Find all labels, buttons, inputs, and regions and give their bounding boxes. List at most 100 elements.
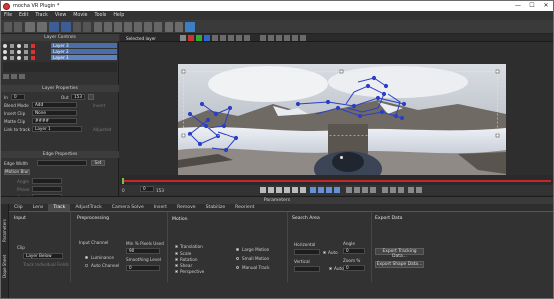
step-forward-icon[interactable] — [292, 187, 298, 193]
spline-toggle-icon[interactable] — [220, 35, 226, 41]
phase-field[interactable] — [32, 186, 62, 192]
blue-channel-icon[interactable] — [204, 35, 210, 41]
green-channel-icon[interactable] — [196, 35, 202, 41]
track-forward-icon[interactable] — [334, 187, 340, 193]
tab-track[interactable]: Track — [48, 204, 71, 211]
layer-row[interactable] — [3, 43, 38, 48]
forward-arrow-icon[interactable] — [37, 22, 47, 32]
link-tool-icon[interactable] — [185, 22, 195, 32]
layer-name[interactable]: Layer 2 — [51, 49, 117, 54]
vertical-field[interactable] — [294, 266, 320, 272]
layer-row[interactable] — [3, 49, 38, 54]
insert-clip-select[interactable]: None — [32, 110, 77, 116]
set-out-button[interactable] — [88, 94, 94, 100]
bezier-tool-icon[interactable] — [104, 22, 112, 32]
track-individual-fields-checkbox[interactable]: Track Individual Fields — [23, 262, 69, 267]
motion-blur-button[interactable]: Motion Blur — [4, 169, 30, 175]
viewer-canvas[interactable] — [120, 42, 553, 180]
view-mode-icon[interactable] — [180, 35, 186, 41]
export-tracking-data-button[interactable]: Export Tracking Data... — [375, 248, 424, 259]
add-point-icon[interactable] — [134, 22, 142, 32]
translation-checkbox[interactable] — [175, 245, 178, 248]
keyframe-next-icon[interactable] — [362, 187, 368, 193]
out-point-field[interactable]: 153 — [71, 94, 85, 100]
keyframe-delete-icon[interactable] — [370, 187, 376, 193]
blend-mode-select[interactable]: Add — [32, 102, 77, 108]
loop-icon[interactable] — [382, 187, 388, 193]
track-toggle-icon[interactable] — [260, 35, 266, 41]
tab-stabilize[interactable]: Stabilize — [201, 204, 231, 211]
pen-tool-icon[interactable] — [144, 22, 152, 32]
set-in-icon[interactable] — [408, 187, 414, 193]
lock-icon[interactable] — [10, 55, 14, 60]
tab-lens[interactable]: Lens — [28, 204, 49, 211]
tangent-toggle-icon[interactable] — [228, 35, 234, 41]
luminance-radio[interactable] — [85, 256, 88, 259]
reference-frame-icon[interactable] — [398, 187, 404, 193]
rotation-checkbox[interactable] — [175, 258, 178, 261]
matte-icon[interactable] — [24, 49, 28, 54]
lock-icon[interactable] — [10, 43, 14, 48]
duplicate-layer-icon[interactable] — [11, 74, 17, 79]
tab-clip[interactable]: Clip — [9, 204, 28, 211]
large-motion-radio[interactable] — [236, 248, 239, 251]
select-all-icon[interactable] — [61, 22, 71, 32]
step-back-icon[interactable] — [268, 187, 274, 193]
menu-help[interactable]: Help — [113, 13, 124, 18]
perspective-checkbox[interactable] — [175, 270, 178, 273]
visibility-icon[interactable] — [17, 49, 21, 54]
layer-color-swatch[interactable] — [31, 43, 35, 48]
set-out-icon[interactable] — [416, 187, 422, 193]
edge-width-field[interactable] — [37, 160, 87, 166]
overlay-toggle-icon[interactable] — [212, 35, 218, 41]
delete-layer-icon[interactable] — [19, 74, 25, 79]
eye-icon[interactable] — [3, 43, 7, 48]
menu-movie[interactable]: Movie — [73, 13, 87, 18]
xspline-tool-icon[interactable] — [94, 22, 102, 32]
close-button[interactable]: ✕ — [539, 1, 553, 11]
current-frame-field[interactable]: 0 — [140, 186, 154, 192]
stabilize-view-icon[interactable] — [276, 35, 282, 41]
menu-tools[interactable]: Tools — [94, 13, 106, 18]
link-to-track-select[interactable]: Layer 1 — [32, 126, 82, 132]
minimize-button[interactable]: — — [511, 1, 525, 11]
set-edge-button[interactable]: Set — [91, 160, 105, 166]
eye-icon[interactable] — [3, 55, 7, 60]
ellipse-tool-icon[interactable] — [124, 22, 132, 32]
zoom-fit-icon[interactable] — [292, 35, 298, 41]
tab-reorient[interactable]: Reorient — [230, 204, 259, 211]
bounce-icon[interactable] — [390, 187, 396, 193]
eye-icon[interactable] — [3, 49, 7, 54]
horizontal-auto-checkbox[interactable] — [323, 251, 326, 254]
smoothing-field[interactable]: 0 — [126, 265, 160, 271]
menu-view[interactable]: View — [55, 13, 66, 18]
tab-remove[interactable]: Remove — [172, 204, 201, 211]
mask-toggle-icon[interactable] — [236, 35, 242, 41]
layer-name[interactable]: Layer 1 — [51, 55, 117, 60]
undo-icon[interactable] — [14, 22, 22, 32]
track-frame-forward-icon[interactable] — [326, 187, 332, 193]
export-shape-data-button[interactable]: Export Shape Data... — [375, 261, 424, 268]
manual-track-radio[interactable] — [236, 266, 239, 269]
tab-camera-solve[interactable]: Camera Solve — [107, 204, 149, 211]
tab-insert[interactable]: Insert — [149, 204, 172, 211]
layer-color-swatch[interactable] — [31, 49, 35, 54]
add-layer-icon[interactable] — [3, 74, 9, 79]
red-channel-icon[interactable] — [188, 35, 194, 41]
layer-color-swatch[interactable] — [31, 55, 35, 60]
in-point-field[interactable]: 0 — [11, 94, 25, 100]
back-arrow-icon[interactable] — [25, 22, 35, 32]
layer-selection-dropdown[interactable]: Selected layer — [126, 36, 156, 41]
visibility-icon[interactable] — [17, 55, 21, 60]
playhead[interactable] — [122, 178, 124, 184]
layer-row[interactable] — [3, 55, 38, 60]
proxy-icon[interactable] — [284, 35, 290, 41]
menu-file[interactable]: File — [4, 13, 12, 18]
rectangle-tool-icon[interactable] — [114, 22, 122, 32]
save-icon[interactable] — [4, 22, 12, 32]
angle-field[interactable] — [32, 178, 62, 184]
go-to-end-icon[interactable] — [300, 187, 306, 193]
horizontal-field[interactable] — [294, 249, 320, 255]
side-tab-dope-sheet[interactable]: Dope Sheet — [2, 248, 8, 278]
lock-icon[interactable] — [10, 49, 14, 54]
